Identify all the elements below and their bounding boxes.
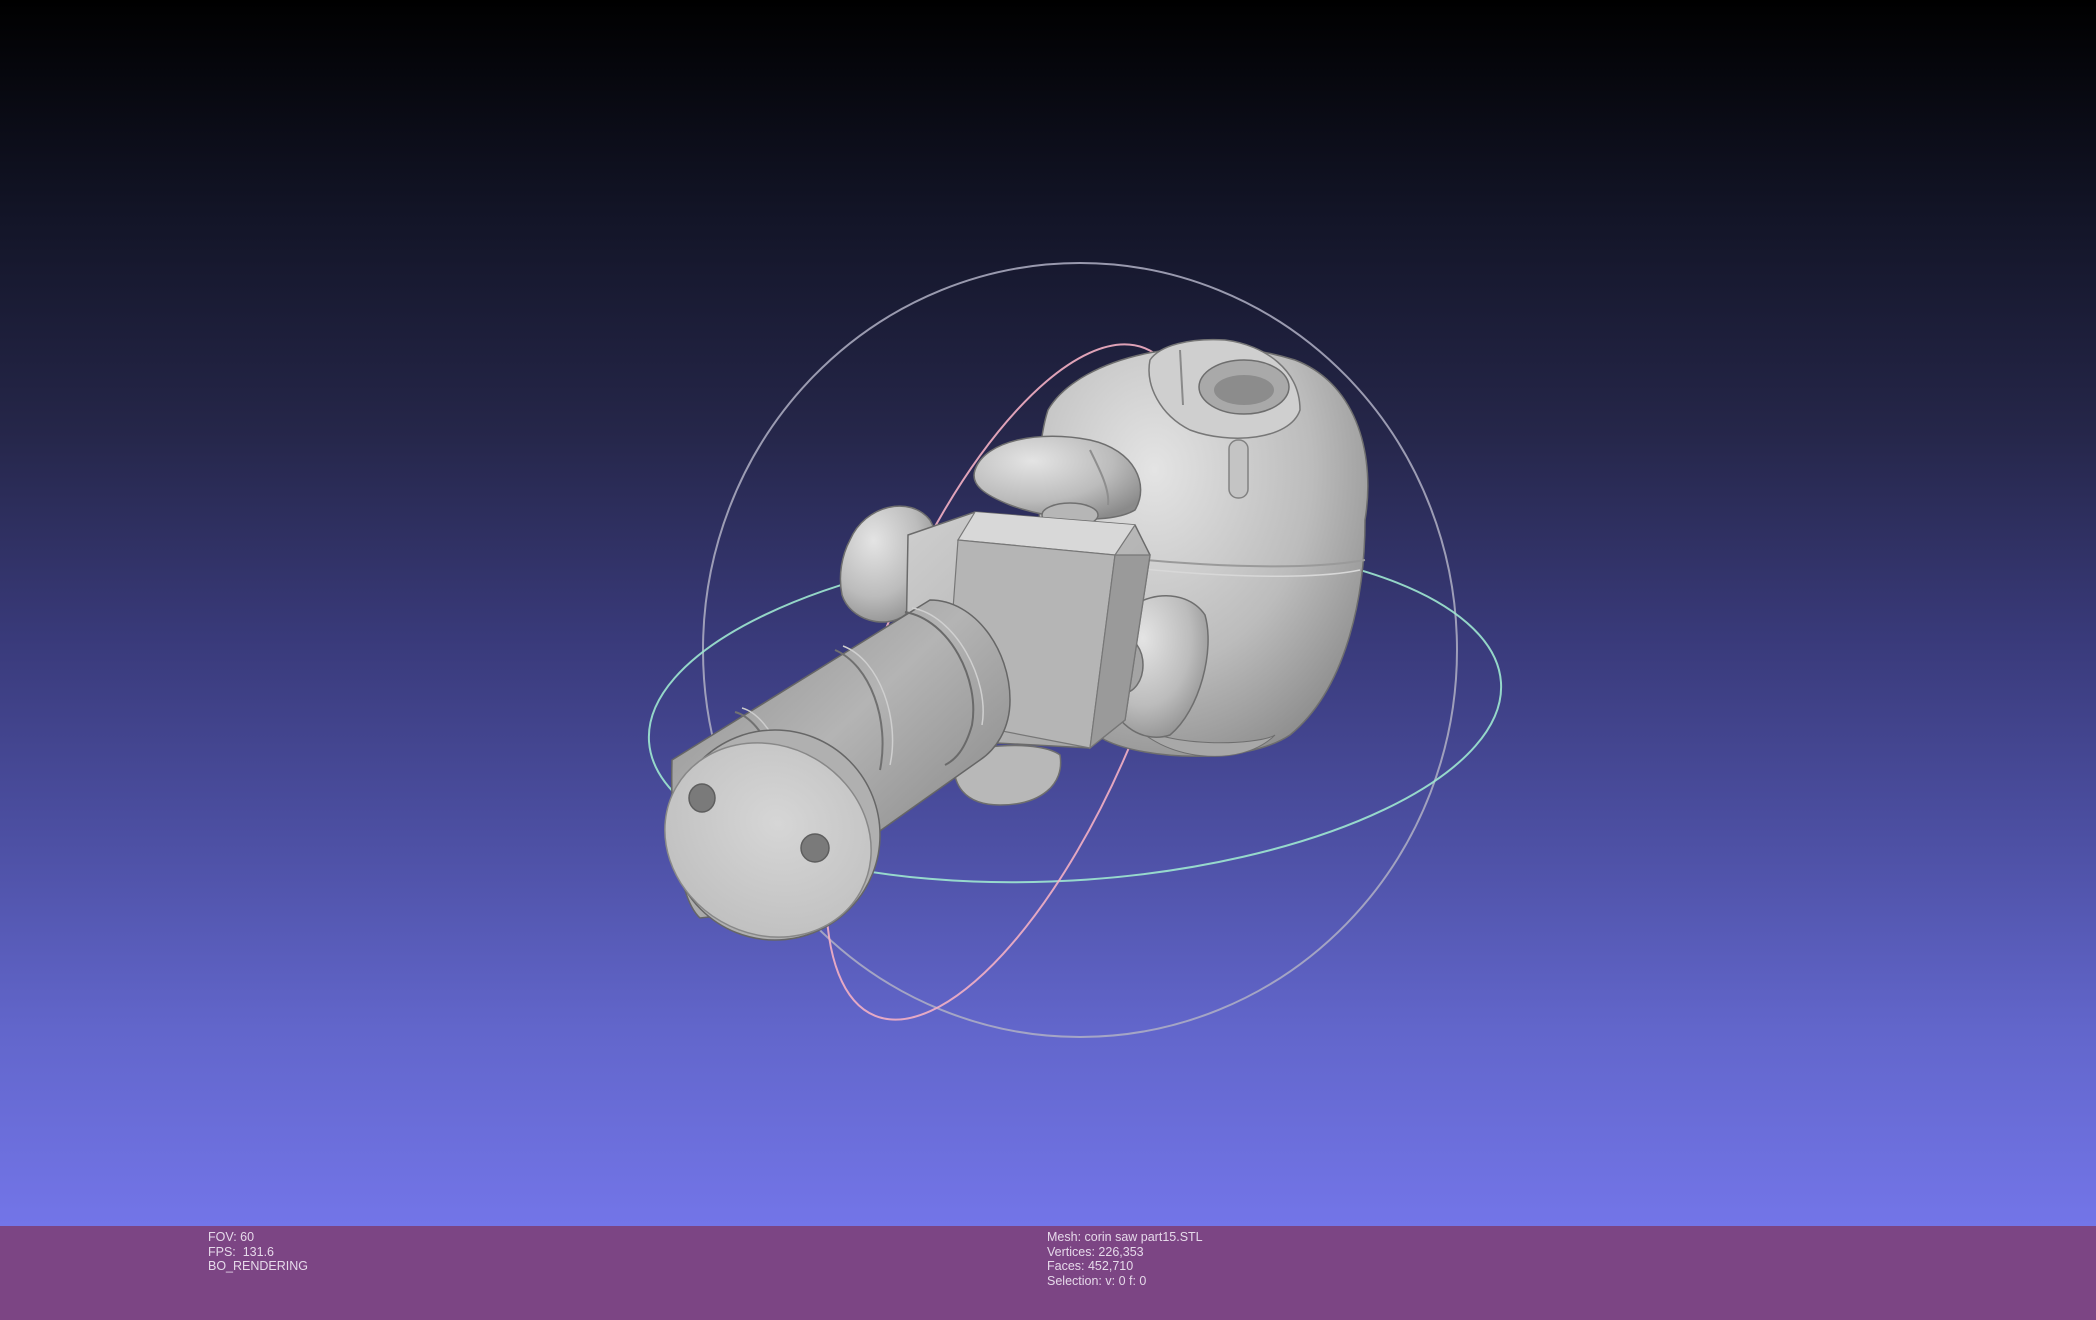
end-cap-hole-2 bbox=[800, 833, 830, 863]
render-mode-readout: BO_RENDERING bbox=[208, 1259, 309, 1273]
mesh-name-readout: Mesh: corin saw part15.STL bbox=[1047, 1230, 1203, 1244]
selection-readout: Selection: v: 0 f: 0 bbox=[1047, 1273, 1147, 1288]
faces-readout: Faces: 452,710 bbox=[1047, 1259, 1134, 1273]
fov-readout: FOV: 60 bbox=[208, 1230, 255, 1244]
end-cap-hole-1 bbox=[688, 783, 716, 813]
mesh-model[interactable] bbox=[629, 338, 1369, 975]
render-info-panel: FOV: 60 FPS: 131.6 BO_RENDERING bbox=[208, 1230, 308, 1274]
status-info-bar: FOV: 60 FPS: 131.6 BO_RENDERING Mesh: co… bbox=[0, 1226, 2096, 1320]
mesh-scene[interactable] bbox=[0, 0, 2096, 1226]
3d-viewport[interactable] bbox=[0, 0, 2096, 1226]
vertices-readout: Vertices: 226,353 bbox=[1047, 1244, 1144, 1259]
mesh-info-panel: Mesh: corin saw part15.STL Vertices: 226… bbox=[1047, 1230, 1203, 1288]
fps-readout: FPS: 131.6 bbox=[208, 1244, 275, 1259]
